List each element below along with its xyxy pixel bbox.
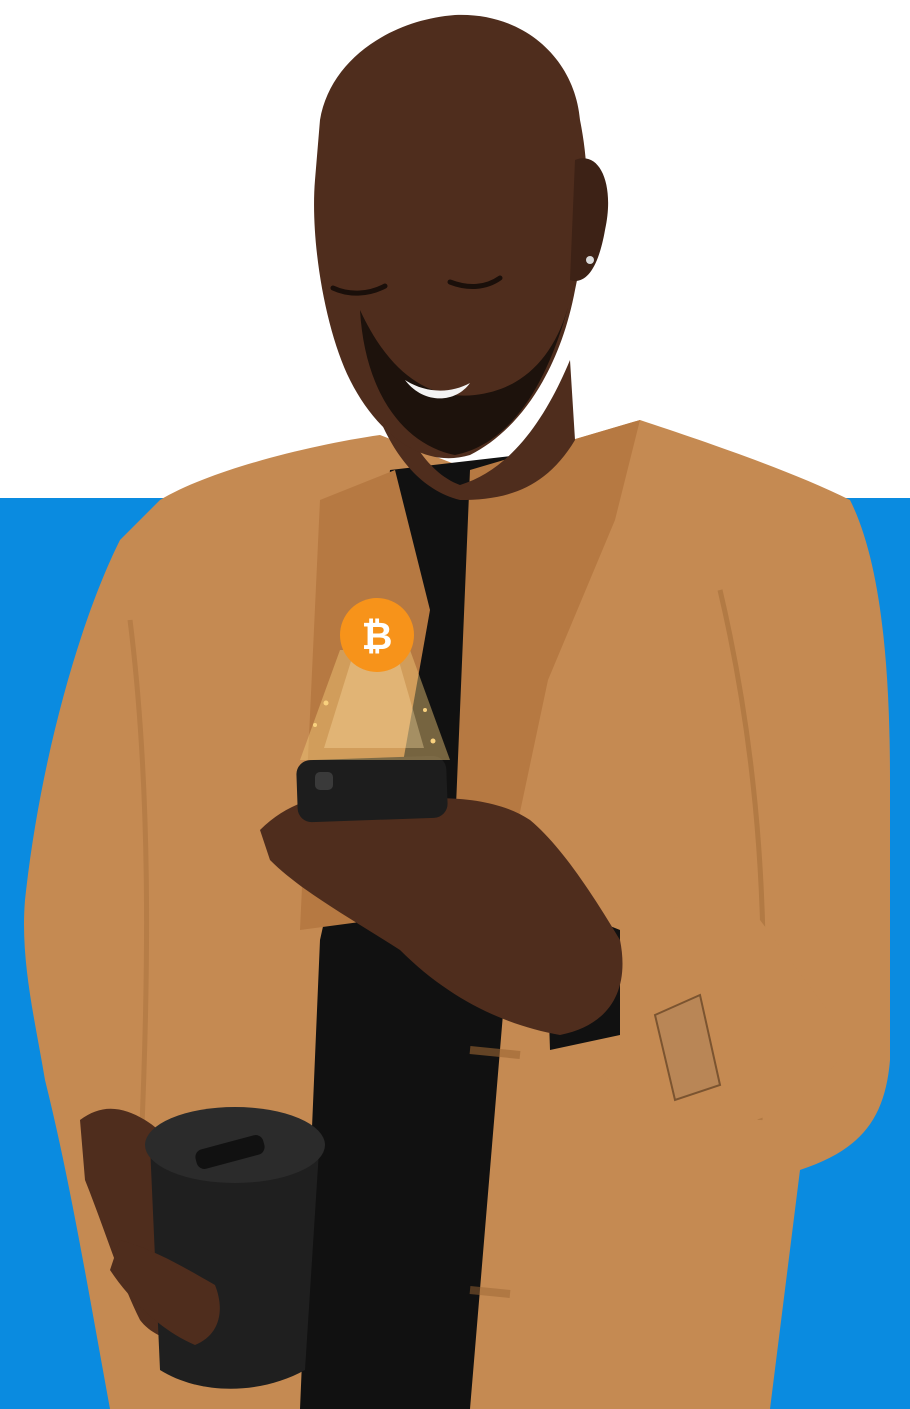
earring — [586, 256, 594, 264]
phone-camera — [315, 772, 333, 790]
bitcoin-icon: ₿ — [340, 598, 414, 672]
man-with-phone-illustration — [24, 14, 891, 1409]
pocket-line-2 — [469, 1286, 511, 1298]
svg-text:₿: ₿ — [362, 614, 393, 658]
hero-image: ₿ — [0, 0, 910, 1409]
pocket-line — [469, 1046, 521, 1059]
